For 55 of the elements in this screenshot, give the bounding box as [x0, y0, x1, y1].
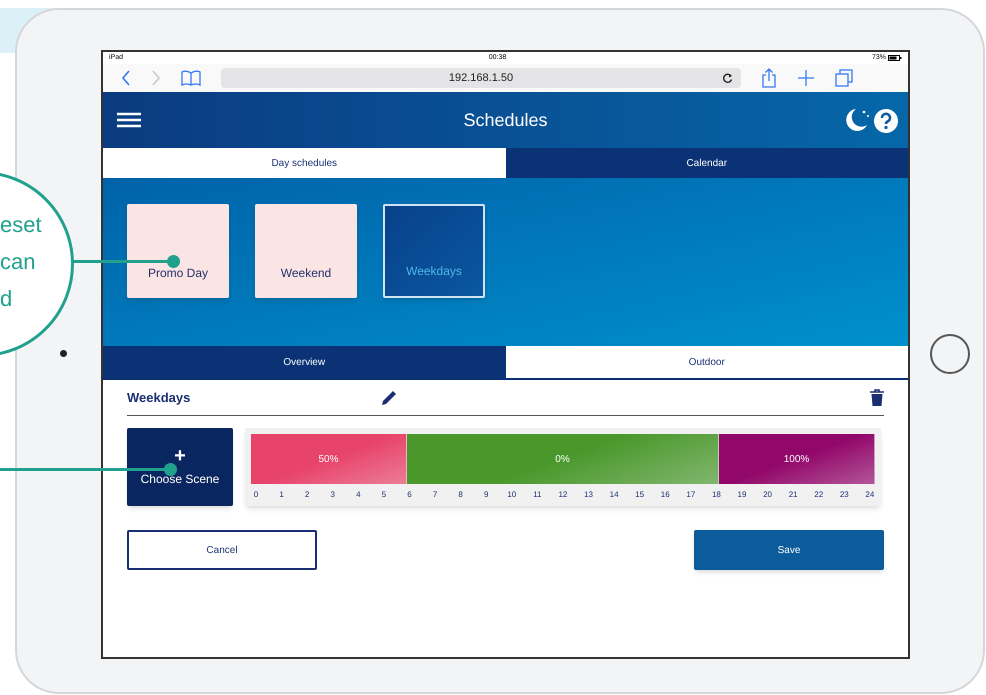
menu-icon[interactable] [117, 112, 141, 128]
home-button[interactable] [930, 334, 970, 374]
hour-label: 21 [788, 489, 798, 501]
schedule-name: Weekdays [127, 388, 190, 407]
hour-label: 17 [686, 489, 696, 501]
hour-label: 10 [506, 489, 517, 501]
hour-label: 23 [839, 489, 850, 501]
share-icon[interactable] [761, 68, 777, 88]
callout-text: can [0, 248, 36, 276]
hour-label: 19 [736, 489, 747, 501]
hour-label: 18 [711, 489, 722, 501]
cancel-button[interactable]: Cancel [127, 530, 317, 570]
trash-icon[interactable] [870, 389, 884, 406]
hour-label: 4 [355, 489, 362, 501]
callout-text: eset [0, 211, 42, 239]
schedule-segment[interactable]: 50% [251, 434, 407, 484]
hour-label: 9 [482, 489, 490, 501]
callout-text: d [0, 285, 12, 313]
schedule-segment[interactable]: 0% [407, 434, 719, 484]
hour-label: 13 [584, 489, 594, 501]
hour-label: 2 [304, 489, 310, 501]
address-bar[interactable]: 192.168.1.50 [221, 68, 741, 88]
pencil-icon[interactable] [380, 388, 398, 406]
plus-icon[interactable] [797, 69, 815, 87]
choose-scene-button[interactable]: + Choose Scene [127, 428, 233, 506]
help-icon[interactable] [874, 109, 898, 133]
hour-label: 20 [762, 489, 773, 501]
url-text: 192.168.1.50 [448, 70, 514, 86]
hour-label: 3 [330, 489, 336, 501]
back-icon[interactable] [121, 70, 131, 86]
schedule-card[interactable]: Weekend [255, 204, 357, 298]
hour-label: 12 [558, 489, 568, 501]
hour-label: 8 [457, 489, 464, 501]
page-title: Schedules [463, 108, 548, 132]
hour-label: 16 [660, 489, 670, 501]
hour-label: 6 [406, 489, 413, 501]
schedule-segment[interactable]: 100% [719, 434, 875, 484]
hour-label: 24 [864, 489, 875, 501]
hour-label: 14 [609, 489, 620, 501]
hour-label: 7 [432, 489, 438, 501]
hour-label: 1 [278, 489, 285, 501]
schedule-card[interactable]: Weekdays [383, 204, 485, 298]
reload-icon[interactable] [722, 73, 733, 83]
hour-label: 15 [634, 489, 645, 501]
hour-label: 0 [252, 489, 260, 501]
hour-label: 5 [380, 489, 388, 501]
battery-icon [888, 55, 902, 61]
book-icon[interactable] [181, 70, 201, 86]
schedule-card[interactable]: Promo Day [127, 204, 229, 298]
tab[interactable]: Calendar [506, 148, 908, 178]
save-button[interactable]: Save [694, 530, 884, 570]
hour-label: 11 [532, 489, 542, 501]
hour-label: 22 [814, 489, 824, 501]
tab[interactable]: Overview [103, 346, 506, 378]
tabs-icon[interactable] [835, 69, 853, 87]
